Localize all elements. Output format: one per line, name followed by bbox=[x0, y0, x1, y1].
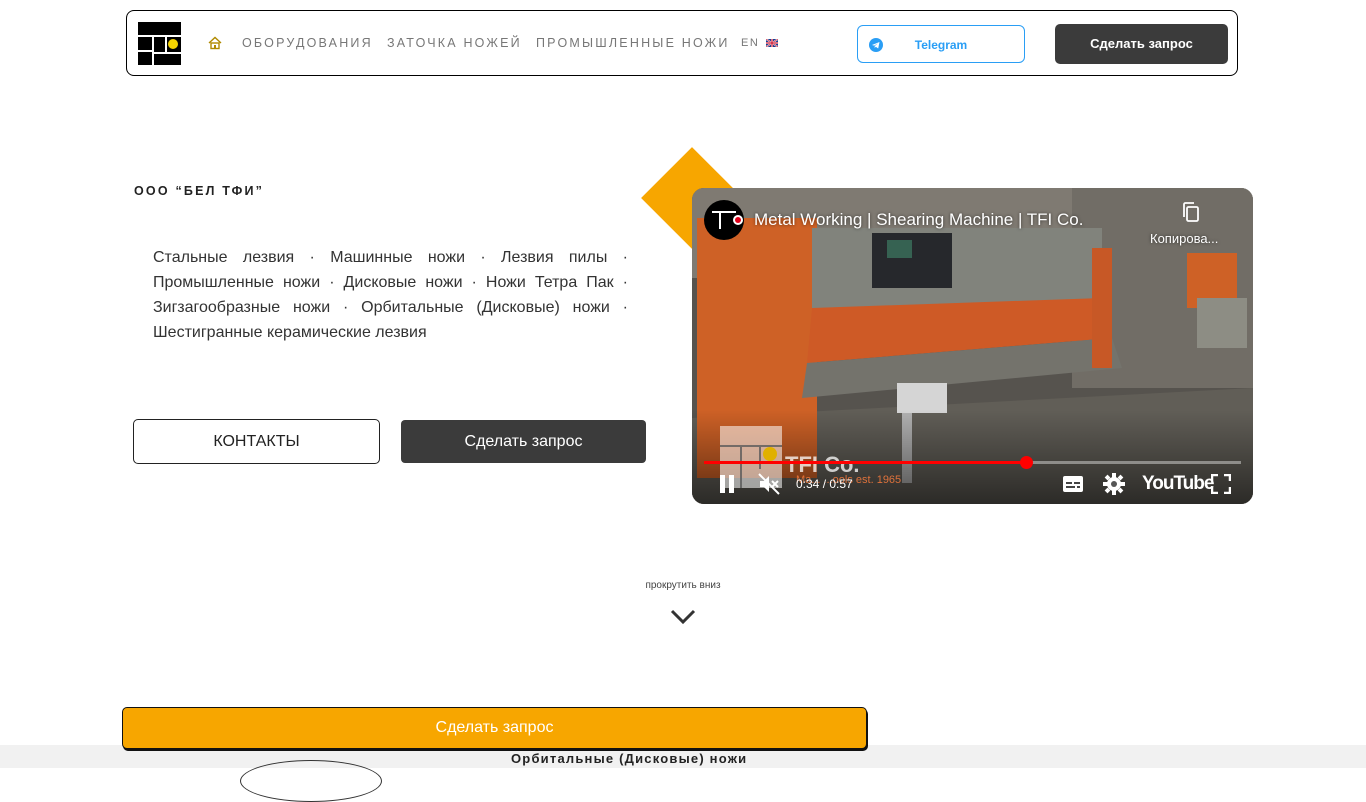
company-logo[interactable] bbox=[138, 22, 181, 65]
decorative-arc bbox=[240, 760, 382, 802]
subtitles-icon[interactable] bbox=[1063, 476, 1083, 492]
fullscreen-icon[interactable] bbox=[1211, 474, 1231, 494]
video-progress-fill bbox=[704, 461, 1027, 464]
site-header: ОБОРУДОВАНИЯ ЗАТОЧКА НОЖЕЙ ПРОМЫШЛЕННЫЕ … bbox=[126, 10, 1238, 76]
nav-industrial-knives[interactable]: ПРОМЫШЛЕННЫЕ НОЖИ bbox=[536, 36, 730, 50]
youtube-logo[interactable]: YouTube bbox=[1142, 473, 1214, 495]
muted-volume-icon[interactable] bbox=[758, 473, 780, 495]
sticky-request-button[interactable]: Сделать запрос bbox=[122, 707, 867, 749]
products-description: Стальные лезвия · Машинные ножи · Лезвия… bbox=[153, 249, 628, 341]
settings-gear-icon[interactable] bbox=[1103, 473, 1125, 495]
telegram-label: Telegram bbox=[914, 38, 968, 52]
uk-flag-icon bbox=[765, 39, 778, 48]
nav-knife-sharpening[interactable]: ЗАТОЧКА НОЖЕЙ bbox=[387, 36, 522, 50]
chevron-down-icon[interactable] bbox=[670, 608, 696, 626]
telegram-button[interactable]: Telegram bbox=[857, 25, 1025, 63]
section-title: Орбитальные (Дисковые) ножи bbox=[511, 751, 748, 766]
copy-link-icon[interactable] bbox=[1182, 202, 1200, 222]
language-label: EN bbox=[741, 37, 760, 49]
language-switch[interactable]: EN bbox=[741, 37, 778, 49]
request-button[interactable]: Сделать запрос bbox=[401, 420, 646, 463]
video-time: 0:34 / 0:57 bbox=[796, 477, 853, 491]
pause-icon[interactable] bbox=[719, 475, 735, 493]
contacts-button[interactable]: КОНТАКТЫ bbox=[133, 419, 380, 464]
scroll-down-label: прокрутить вниз bbox=[645, 580, 721, 591]
request-button-header[interactable]: Сделать запрос bbox=[1055, 24, 1228, 64]
copy-link-label[interactable]: Копирова... bbox=[1150, 231, 1218, 246]
home-icon[interactable] bbox=[208, 36, 222, 50]
video-title[interactable]: Metal Working | Shearing Machine | TFI C… bbox=[754, 210, 1083, 230]
video-player[interactable]: TFI Co. Ma... ...ools est. 1965 Metal Wo… bbox=[692, 188, 1253, 504]
nav-equipment[interactable]: ОБОРУДОВАНИЯ bbox=[242, 36, 373, 50]
company-name: ООО “БЕЛ ТФИ” bbox=[134, 184, 265, 198]
video-progress-bar[interactable] bbox=[704, 456, 1241, 469]
channel-avatar[interactable] bbox=[704, 200, 744, 240]
